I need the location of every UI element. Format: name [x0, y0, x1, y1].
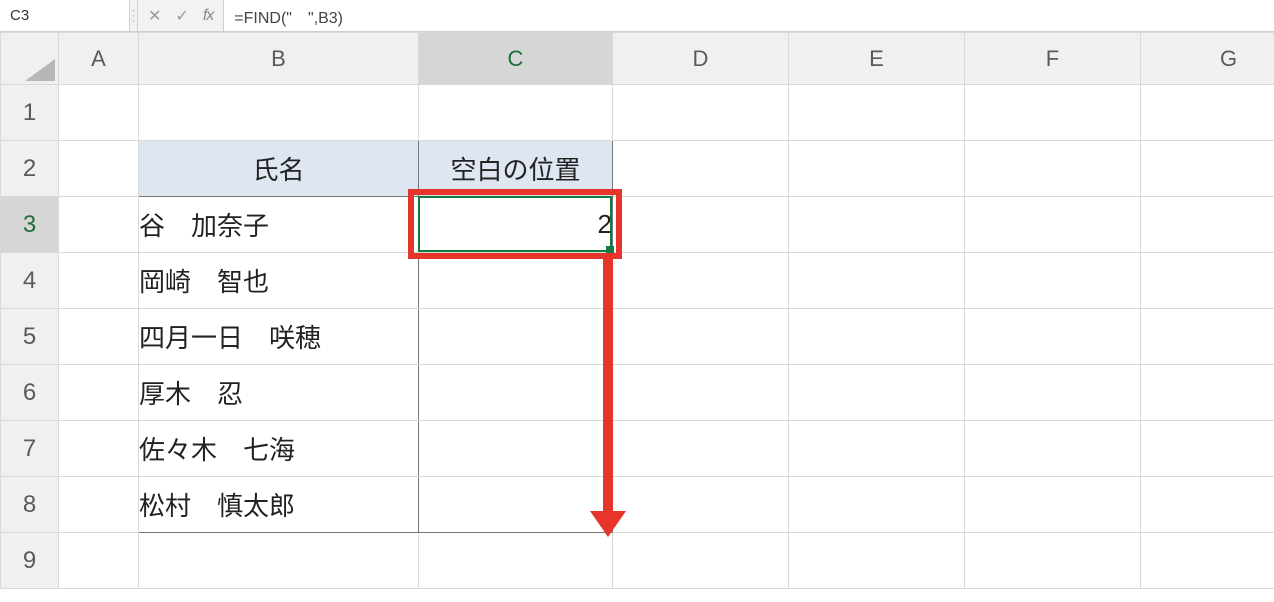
- cell-F6[interactable]: [965, 365, 1141, 421]
- row-header-5[interactable]: 5: [1, 309, 59, 365]
- cell-C6[interactable]: [419, 365, 613, 421]
- cell-D4[interactable]: [613, 253, 789, 309]
- spreadsheet-grid[interactable]: A B C D E F G 1 2 氏名 空白の位置 3 谷 加奈子 2: [0, 32, 1274, 589]
- cell-E4[interactable]: [789, 253, 965, 309]
- cell-E3[interactable]: [789, 197, 965, 253]
- cell-G9[interactable]: [1141, 533, 1274, 589]
- formula-bar-buttons: ✕ ✓ fx: [138, 0, 224, 31]
- cell-G5[interactable]: [1141, 309, 1274, 365]
- enter-icon[interactable]: ✓: [175, 6, 188, 26]
- cell-D5[interactable]: [613, 309, 789, 365]
- cell-C3[interactable]: 2: [419, 197, 613, 253]
- col-header-E[interactable]: E: [789, 33, 965, 85]
- row-header-1[interactable]: 1: [1, 85, 59, 141]
- cell-A7[interactable]: [59, 421, 139, 477]
- fx-icon[interactable]: fx: [203, 7, 213, 25]
- cell-C1[interactable]: [419, 85, 613, 141]
- cell-G8[interactable]: [1141, 477, 1274, 533]
- cell-G2[interactable]: [1141, 141, 1274, 197]
- col-header-C[interactable]: C: [419, 33, 613, 85]
- cell-F5[interactable]: [965, 309, 1141, 365]
- cell-E9[interactable]: [789, 533, 965, 589]
- cell-A5[interactable]: [59, 309, 139, 365]
- col-header-F[interactable]: F: [965, 33, 1141, 85]
- cell-E2[interactable]: [789, 141, 965, 197]
- col-header-A[interactable]: A: [59, 33, 139, 85]
- cell-C9[interactable]: [419, 533, 613, 589]
- row-header-4[interactable]: 4: [1, 253, 59, 309]
- cell-A6[interactable]: [59, 365, 139, 421]
- cell-F4[interactable]: [965, 253, 1141, 309]
- cell-F9[interactable]: [965, 533, 1141, 589]
- cell-F2[interactable]: [965, 141, 1141, 197]
- formula-bar: ▾ ⋮ ✕ ✓ fx: [0, 0, 1274, 32]
- cell-C4[interactable]: [419, 253, 613, 309]
- cell-D9[interactable]: [613, 533, 789, 589]
- col-header-G[interactable]: G: [1141, 33, 1274, 85]
- cancel-icon[interactable]: ✕: [148, 6, 161, 26]
- cell-G6[interactable]: [1141, 365, 1274, 421]
- cell-G7[interactable]: [1141, 421, 1274, 477]
- worksheet-area[interactable]: A B C D E F G 1 2 氏名 空白の位置 3 谷 加奈子 2: [0, 32, 1274, 602]
- cell-C5[interactable]: [419, 309, 613, 365]
- cell-B9[interactable]: [139, 533, 419, 589]
- cell-D1[interactable]: [613, 85, 789, 141]
- cell-C2[interactable]: 空白の位置: [419, 141, 613, 197]
- cell-E1[interactable]: [789, 85, 965, 141]
- cell-D7[interactable]: [613, 421, 789, 477]
- cell-F1[interactable]: [965, 85, 1141, 141]
- cell-D8[interactable]: [613, 477, 789, 533]
- cell-E8[interactable]: [789, 477, 965, 533]
- cell-B7[interactable]: 佐々木 七海: [139, 421, 419, 477]
- cell-G3[interactable]: [1141, 197, 1274, 253]
- cell-B1[interactable]: [139, 85, 419, 141]
- cell-A2[interactable]: [59, 141, 139, 197]
- row-header-7[interactable]: 7: [1, 421, 59, 477]
- cell-D6[interactable]: [613, 365, 789, 421]
- formula-input[interactable]: [224, 0, 1274, 31]
- cell-C7[interactable]: [419, 421, 613, 477]
- cell-A9[interactable]: [59, 533, 139, 589]
- formula-bar-divider: ⋮: [130, 0, 138, 31]
- cell-C8[interactable]: [419, 477, 613, 533]
- name-box[interactable]: ▾: [0, 0, 130, 31]
- cell-F8[interactable]: [965, 477, 1141, 533]
- cell-B8[interactable]: 松村 慎太郎: [139, 477, 419, 533]
- row-header-6[interactable]: 6: [1, 365, 59, 421]
- cell-A4[interactable]: [59, 253, 139, 309]
- cell-D3[interactable]: [613, 197, 789, 253]
- cell-G4[interactable]: [1141, 253, 1274, 309]
- col-header-B[interactable]: B: [139, 33, 419, 85]
- cell-B6[interactable]: 厚木 忍: [139, 365, 419, 421]
- row-header-2[interactable]: 2: [1, 141, 59, 197]
- cell-A3[interactable]: [59, 197, 139, 253]
- cell-E6[interactable]: [789, 365, 965, 421]
- cell-B2[interactable]: 氏名: [139, 141, 419, 197]
- col-header-D[interactable]: D: [613, 33, 789, 85]
- cell-F3[interactable]: [965, 197, 1141, 253]
- cell-E5[interactable]: [789, 309, 965, 365]
- cell-B3[interactable]: 谷 加奈子: [139, 197, 419, 253]
- row-header-8[interactable]: 8: [1, 477, 59, 533]
- row-header-9[interactable]: 9: [1, 533, 59, 589]
- cell-G1[interactable]: [1141, 85, 1274, 141]
- cell-E7[interactable]: [789, 421, 965, 477]
- cell-D2[interactable]: [613, 141, 789, 197]
- row-header-3[interactable]: 3: [1, 197, 59, 253]
- cell-B5[interactable]: 四月一日 咲穂: [139, 309, 419, 365]
- select-all-corner[interactable]: [1, 33, 59, 85]
- cell-A1[interactable]: [59, 85, 139, 141]
- cell-A8[interactable]: [59, 477, 139, 533]
- cell-B4[interactable]: 岡崎 智也: [139, 253, 419, 309]
- cell-F7[interactable]: [965, 421, 1141, 477]
